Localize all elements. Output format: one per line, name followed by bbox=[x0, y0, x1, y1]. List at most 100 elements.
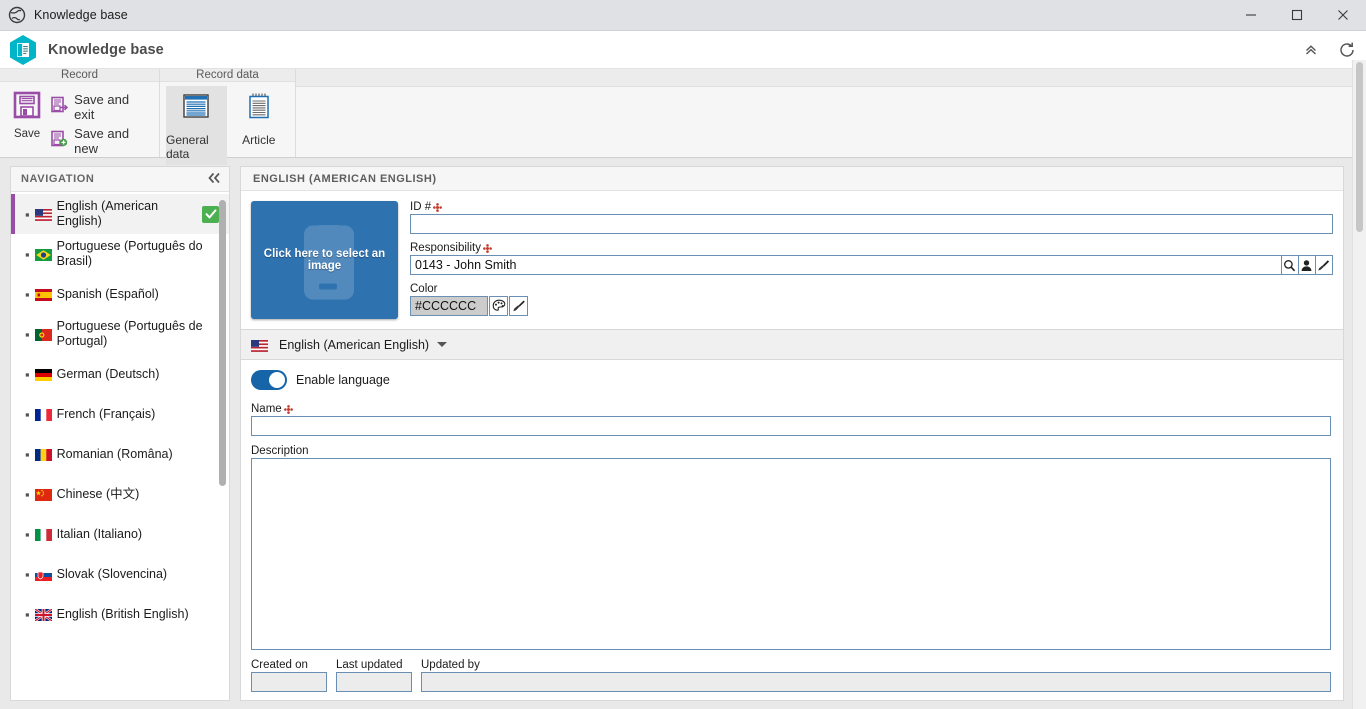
navigation-sidebar: NAVIGATION ▪ English (American English) ▪ P… bbox=[10, 166, 230, 701]
created-on-input[interactable] bbox=[251, 672, 327, 692]
sidebar-item-label: Italian (Italiano) bbox=[56, 526, 143, 541]
bullet-icon: ▪ bbox=[25, 286, 30, 302]
minimize-button[interactable] bbox=[1228, 0, 1274, 31]
required-marker-icon bbox=[433, 202, 442, 212]
person-icon[interactable] bbox=[1298, 255, 1316, 275]
navigation-list[interactable]: ▪ English (American English) ▪ Portuguese (… bbox=[11, 192, 229, 700]
save-and-new-label: Save and new bbox=[74, 126, 130, 156]
tab-general-data[interactable]: General data bbox=[166, 86, 227, 165]
color-field-label-text: Color bbox=[410, 283, 438, 295]
sidebar-item-label: English (American English) bbox=[56, 199, 159, 228]
app-header: Knowledge base bbox=[0, 31, 1366, 69]
magnifier-icon[interactable] bbox=[1281, 255, 1299, 275]
language-selector[interactable]: English (American English) bbox=[240, 330, 1344, 360]
flag-br-icon bbox=[34, 248, 52, 261]
collapse-ribbon-button[interactable] bbox=[1300, 39, 1322, 61]
page-scrollbar[interactable] bbox=[1352, 60, 1366, 709]
ribbon-group-empty-label bbox=[296, 69, 1366, 87]
knowledge-base-hexagon-icon bbox=[8, 34, 38, 66]
save-button-label: Save bbox=[13, 128, 41, 140]
updated-by-field: Updated by bbox=[421, 659, 1331, 692]
sidebar-item-label: Chinese (中文) bbox=[56, 486, 140, 501]
created-on-label: Created on bbox=[251, 659, 308, 671]
language-form-panel: Enable language Name Description Created… bbox=[240, 360, 1344, 701]
panel-title: ENGLISH (AMERICAN ENGLISH) bbox=[241, 167, 1343, 191]
palette-icon[interactable] bbox=[489, 296, 508, 316]
enable-language-row: Enable language bbox=[251, 370, 1331, 390]
sidebar-item-label: German (Deutsch) bbox=[56, 366, 160, 381]
sidebar-item-it[interactable]: ▪ Italian (Italiano) bbox=[11, 514, 229, 554]
sidebar-scrollbar-thumb[interactable] bbox=[219, 200, 226, 486]
globe-icon bbox=[8, 6, 26, 24]
flag-us-icon bbox=[34, 208, 52, 221]
sidebar-item-gb[interactable]: ▪ English (British English) bbox=[11, 594, 229, 634]
bullet-icon: ▪ bbox=[25, 446, 30, 462]
save-and-exit-button[interactable]: Save and exit bbox=[48, 90, 153, 124]
page-scrollbar-thumb[interactable] bbox=[1356, 62, 1363, 232]
id-field-label-text: ID # bbox=[410, 201, 432, 213]
enable-language-toggle[interactable] bbox=[251, 370, 287, 390]
tab-article[interactable]: Article bbox=[229, 86, 290, 151]
close-button[interactable] bbox=[1320, 0, 1366, 31]
app-title: Knowledge base bbox=[48, 41, 164, 58]
save-and-new-button[interactable]: Save and new bbox=[48, 124, 153, 158]
general-data-panel: ENGLISH (AMERICAN ENGLISH) Click here to… bbox=[240, 166, 1344, 330]
id-input[interactable] bbox=[410, 214, 1333, 234]
sidebar-item-br[interactable]: ▪ Portuguese (Português do Brasil) bbox=[11, 234, 229, 274]
name-input[interactable] bbox=[251, 416, 1331, 436]
navigation-title: NAVIGATION bbox=[21, 173, 95, 185]
sidebar-item-es[interactable]: ▪ Spanish (Español) bbox=[11, 274, 229, 314]
id-field-label: ID # bbox=[410, 201, 1333, 213]
required-marker-icon bbox=[283, 404, 293, 414]
last-updated-input[interactable] bbox=[336, 672, 412, 692]
window-title: Knowledge base bbox=[34, 8, 128, 22]
flag-es-icon bbox=[34, 288, 52, 301]
updated-by-input[interactable] bbox=[421, 672, 1331, 692]
main-content: ENGLISH (AMERICAN ENGLISH) Click here to… bbox=[240, 166, 1344, 701]
maximize-button[interactable] bbox=[1274, 0, 1320, 31]
bullet-icon: ▪ bbox=[25, 366, 30, 382]
floppy-disk-icon bbox=[12, 90, 42, 125]
sidebar-item-ro[interactable]: ▪ Romanian (Româna) bbox=[11, 434, 229, 474]
notepad-icon bbox=[244, 92, 274, 129]
description-textarea[interactable] bbox=[251, 458, 1331, 650]
bullet-icon: ▪ bbox=[25, 526, 30, 542]
bullet-icon: ▪ bbox=[25, 606, 30, 622]
bullet-icon: ▪ bbox=[25, 566, 30, 582]
name-field-label: Name bbox=[251, 403, 1331, 415]
color-value[interactable]: #CCCCCC bbox=[410, 296, 488, 316]
sidebar-item-cn[interactable]: ▪ Chinese (中文) bbox=[11, 474, 229, 514]
created-on-field: Created on bbox=[251, 659, 327, 692]
sidebar-item-pt[interactable]: ▪ Portuguese (Português de Portugal) bbox=[11, 314, 229, 354]
refresh-button[interactable] bbox=[1336, 39, 1358, 61]
bullet-icon: ▪ bbox=[25, 326, 30, 342]
ribbon-group-record-label: Record bbox=[0, 69, 159, 82]
last-updated-label: Last updated bbox=[336, 659, 403, 671]
eraser-icon[interactable] bbox=[1315, 255, 1333, 275]
sidebar-item-us[interactable]: ▪ English (American English) bbox=[11, 194, 229, 234]
description-field-label-text: Description bbox=[251, 445, 309, 457]
bullet-icon: ▪ bbox=[25, 486, 30, 502]
tab-general-data-label: General data bbox=[166, 133, 209, 161]
language-selector-label: English (American English) bbox=[279, 337, 430, 352]
sidebar-item-label: English (British English) bbox=[56, 606, 189, 621]
name-field-label-text: Name bbox=[251, 403, 282, 415]
sidebar-item-fr[interactable]: ▪ French (Français) bbox=[11, 394, 229, 434]
flag-fr-icon bbox=[34, 408, 52, 421]
sidebar-item-de[interactable]: ▪ German (Deutsch) bbox=[11, 354, 229, 394]
flag-gb-icon bbox=[33, 608, 53, 622]
chevron-down-icon[interactable] bbox=[437, 342, 448, 347]
save-exit-icon bbox=[51, 96, 69, 118]
double-chevron-left-icon[interactable] bbox=[207, 172, 221, 186]
required-marker-icon bbox=[483, 243, 492, 253]
save-button[interactable]: Save bbox=[6, 86, 48, 140]
bullet-icon: ▪ bbox=[25, 206, 30, 222]
sidebar-item-sk[interactable]: ▪ Slovak (Slovencina) bbox=[11, 554, 229, 594]
save-new-icon bbox=[51, 130, 68, 152]
image-picker[interactable]: Click here to select an image bbox=[251, 201, 398, 319]
color-field-label: Color bbox=[410, 283, 1333, 295]
flag-ro-icon bbox=[34, 448, 52, 461]
brush-icon[interactable] bbox=[509, 296, 528, 316]
responsibility-input[interactable] bbox=[410, 255, 1282, 275]
document-lines-icon bbox=[179, 92, 213, 129]
